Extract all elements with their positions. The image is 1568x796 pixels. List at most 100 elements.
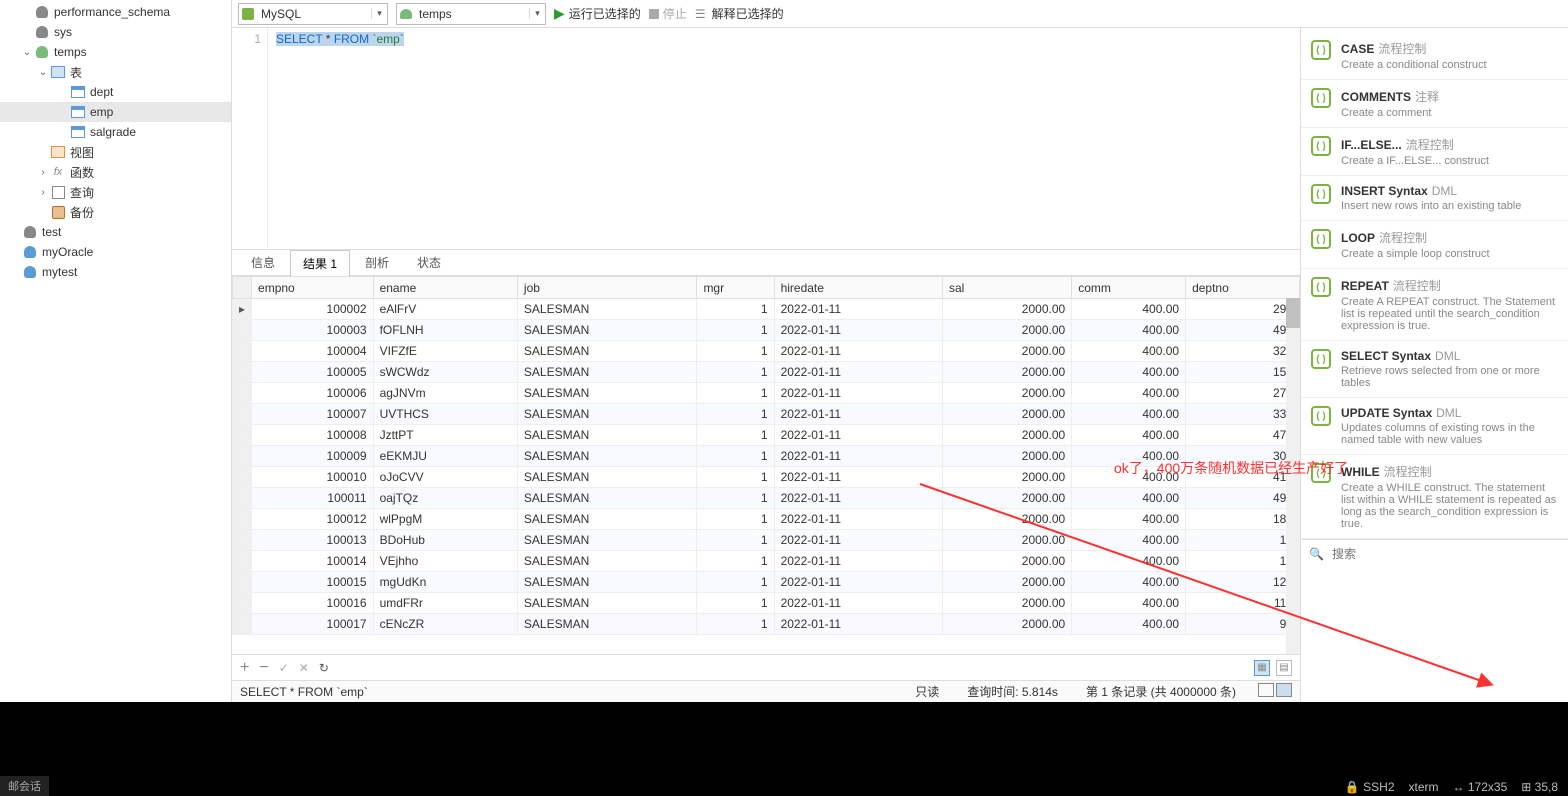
snippet-CASE[interactable]: ( )CASE流程控制Create a conditional construc… [1301,32,1568,80]
grid-view-button[interactable]: ▦ [1254,660,1270,676]
cell[interactable]: 2000.00 [942,299,1071,320]
cell[interactable]: JzttPT [373,425,517,446]
cell[interactable]: 478 [1186,425,1300,446]
tree-item-视图[interactable]: 视图 [0,142,231,162]
cell[interactable]: SALESMAN [517,614,697,635]
cell[interactable]: SALESMAN [517,551,697,572]
snippet-SELECT-Syntax[interactable]: ( )SELECT SyntaxDMLRetrieve rows selecte… [1301,341,1568,398]
cell[interactable]: 2022-01-11 [774,320,942,341]
cell[interactable]: SALESMAN [517,446,697,467]
cell[interactable]: 2000.00 [942,362,1071,383]
cell[interactable]: 1 [697,530,774,551]
table-row[interactable]: 100006agJNVmSALESMAN12022-01-112000.0040… [233,383,1300,404]
tree-item-temps[interactable]: ⌄temps [0,42,231,62]
cell[interactable]: 400.00 [1072,488,1186,509]
cell[interactable]: 100012 [252,509,374,530]
cell[interactable]: 1 [697,572,774,593]
connection-combo[interactable]: MySQL ▾ [238,3,388,25]
cell[interactable]: 187 [1186,509,1300,530]
cell[interactable]: 2000.00 [942,572,1071,593]
table-row[interactable]: ▸100002eAlFrVSALESMAN12022-01-112000.004… [233,299,1300,320]
col-comm[interactable]: comm [1072,277,1186,299]
tree-item-表[interactable]: ⌄表 [0,62,231,82]
cell[interactable]: 100017 [252,614,374,635]
cell[interactable]: SALESMAN [517,299,697,320]
cell[interactable]: 400.00 [1072,614,1186,635]
cell[interactable]: 100010 [252,467,374,488]
cell[interactable]: 2000.00 [942,404,1071,425]
cell[interactable]: 100013 [252,530,374,551]
cell[interactable]: SALESMAN [517,362,697,383]
db-tree[interactable]: performance_schemasys⌄temps⌄表deptempsalg… [0,0,232,702]
cell[interactable]: 400.00 [1072,509,1186,530]
cell[interactable]: 2000.00 [942,341,1071,362]
snippet-LOOP[interactable]: ( )LOOP流程控制Create a simple loop construc… [1301,221,1568,269]
cell[interactable]: 100005 [252,362,374,383]
tree-item-备份[interactable]: 备份 [0,202,231,222]
cell[interactable]: 2022-01-11 [774,425,942,446]
table-row[interactable]: 100017cENcZRSALESMAN12022-01-112000.0040… [233,614,1300,635]
cell[interactable]: 2000.00 [942,530,1071,551]
cell[interactable]: 100016 [252,593,374,614]
cell[interactable]: 400.00 [1072,341,1186,362]
stop-button[interactable]: 停止 [649,5,687,22]
cell[interactable]: SALESMAN [517,593,697,614]
cell[interactable]: 400.00 [1072,404,1186,425]
cell[interactable]: 400.00 [1072,362,1186,383]
cell[interactable]: oJoCVV [373,467,517,488]
cell[interactable]: SALESMAN [517,341,697,362]
cell[interactable]: 1 [697,551,774,572]
cell[interactable]: 274 [1186,383,1300,404]
database-combo[interactable]: temps ▾ [396,3,546,25]
cell[interactable]: 2022-01-11 [774,593,942,614]
cell[interactable]: 2000.00 [942,593,1071,614]
tree-item-emp[interactable]: emp [0,102,231,122]
cell[interactable]: 1 [697,593,774,614]
cell[interactable]: eAlFrV [373,299,517,320]
cell[interactable]: 2000.00 [942,614,1071,635]
tree-toggle-icon[interactable]: › [36,187,50,198]
cell[interactable]: 2022-01-11 [774,530,942,551]
snippet-COMMENTS[interactable]: ( )COMMENTS注释Create a comment [1301,80,1568,128]
cell[interactable]: 100004 [252,341,374,362]
cell[interactable]: 159 [1186,362,1300,383]
add-row-button[interactable]: + [240,659,249,677]
cell[interactable]: SALESMAN [517,404,697,425]
cell[interactable]: 100007 [252,404,374,425]
cell[interactable]: 12 [1186,530,1300,551]
cell[interactable]: mgUdKn [373,572,517,593]
cell[interactable]: 1 [697,446,774,467]
cell[interactable]: 117 [1186,593,1300,614]
cell[interactable]: 2000.00 [942,488,1071,509]
cell[interactable]: 400.00 [1072,551,1186,572]
table-row[interactable]: 100013BDoHubSALESMAN12022-01-112000.0040… [233,530,1300,551]
cell[interactable]: 19 [1186,551,1300,572]
cell[interactable]: 2022-01-11 [774,488,942,509]
tree-item-查询[interactable]: ›查询 [0,182,231,202]
table-row[interactable]: 100011oajTQzSALESMAN12022-01-112000.0040… [233,488,1300,509]
col-deptno[interactable]: deptno [1186,277,1300,299]
cell[interactable]: BDoHub [373,530,517,551]
cell[interactable]: 2000.00 [942,467,1071,488]
snippet-search[interactable]: 🔍 [1301,539,1568,567]
sql-editor[interactable]: 1 SELECT * FROM `emp` [232,28,1300,250]
cell[interactable]: SALESMAN [517,572,697,593]
cell[interactable]: 400.00 [1072,299,1186,320]
cancel-button[interactable]: ✕ [299,661,309,675]
cell[interactable]: 497 [1186,320,1300,341]
cell[interactable]: 1 [697,614,774,635]
cell[interactable]: 2022-01-11 [774,551,942,572]
cell[interactable]: SALESMAN [517,467,697,488]
form-view-button[interactable]: ▤ [1276,660,1292,676]
col-job[interactable]: job [517,277,697,299]
cell[interactable]: 499 [1186,488,1300,509]
col-hiredate[interactable]: hiredate [774,277,942,299]
cell[interactable]: 2022-01-11 [774,341,942,362]
cell[interactable]: 1 [697,383,774,404]
cell[interactable]: sWCWdz [373,362,517,383]
cell[interactable]: VEjhho [373,551,517,572]
cell[interactable]: 2022-01-11 [774,446,942,467]
cell[interactable]: VIFZfE [373,341,517,362]
cell[interactable]: 400.00 [1072,593,1186,614]
cell[interactable]: SALESMAN [517,488,697,509]
